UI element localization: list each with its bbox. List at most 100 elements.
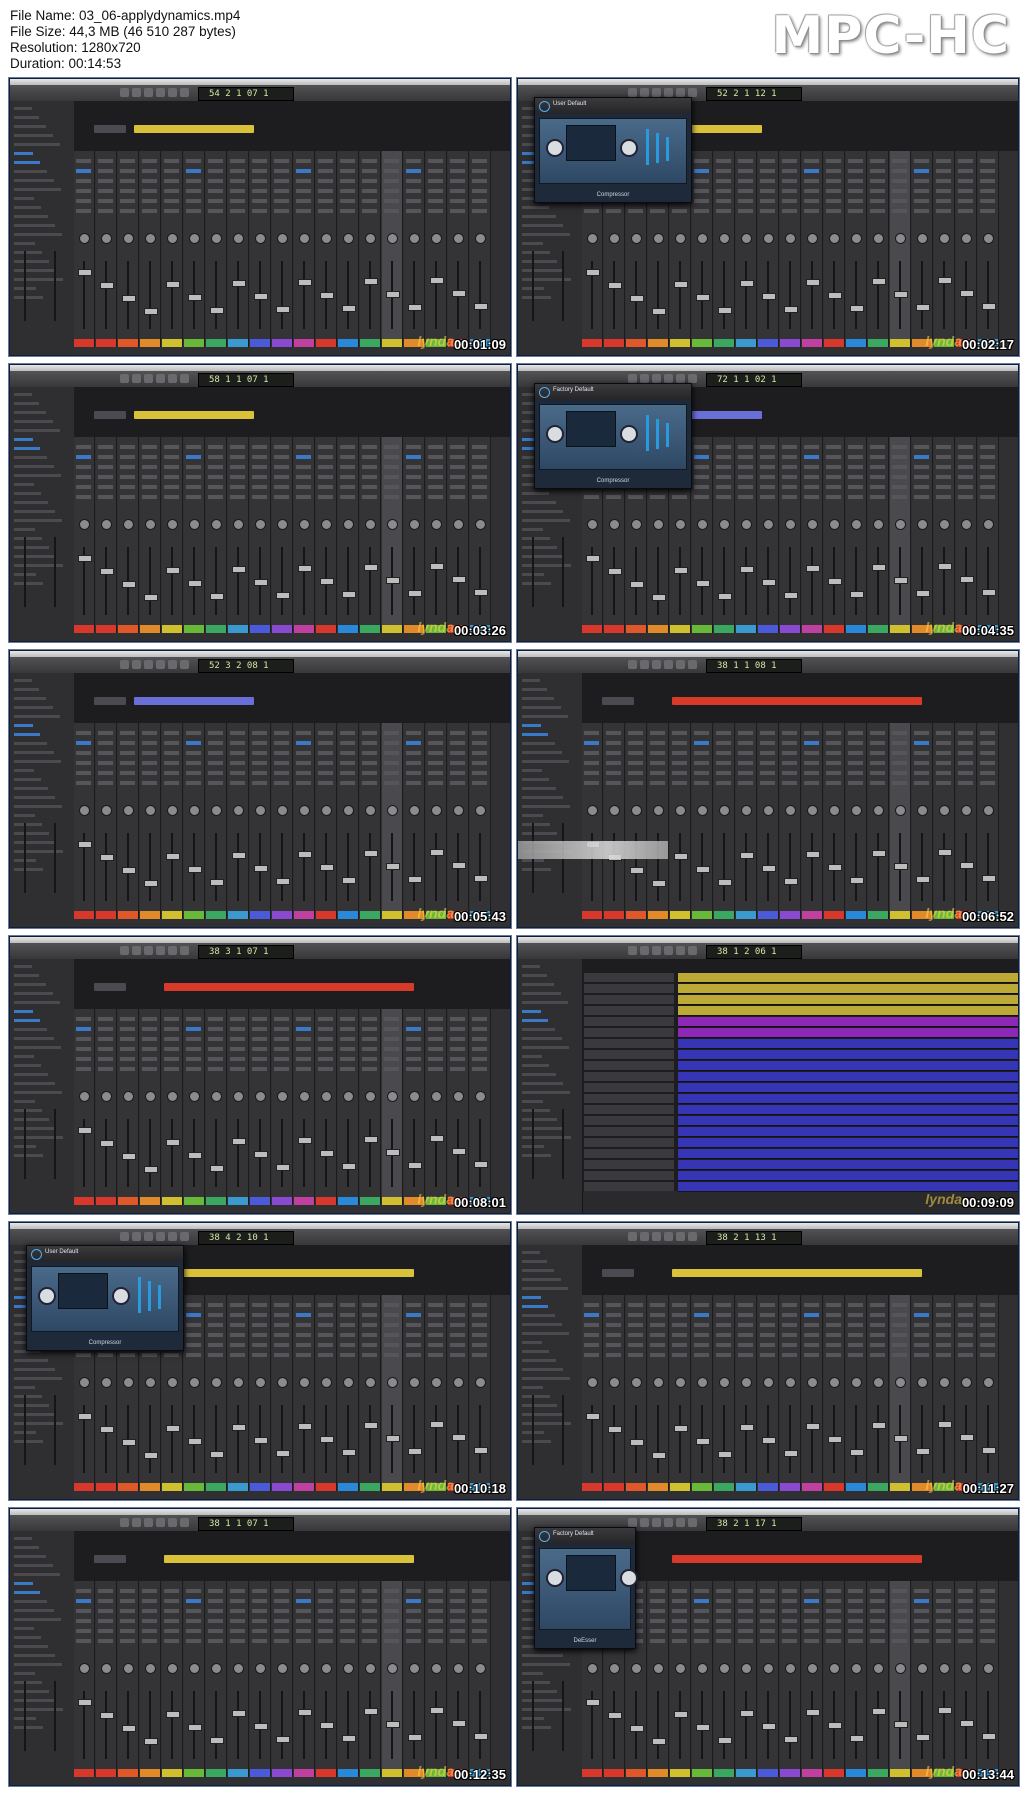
pan-knob[interactable]	[453, 1377, 464, 1388]
insert-slot[interactable]	[230, 1639, 245, 1643]
insert-slot[interactable]	[362, 1343, 377, 1347]
insert-slot[interactable]	[450, 1619, 465, 1623]
insert-slot[interactable]	[628, 1353, 643, 1357]
insert-slot[interactable]	[296, 751, 311, 755]
track-name-plate[interactable]	[184, 1197, 204, 1205]
insert-slot[interactable]	[760, 179, 775, 183]
insert-slot[interactable]	[980, 781, 995, 785]
insert-slot[interactable]	[274, 1353, 289, 1357]
insert-slot[interactable]	[980, 1303, 995, 1307]
audio-region[interactable]	[94, 697, 126, 705]
insert-slot[interactable]	[406, 455, 421, 459]
transport-button[interactable]	[652, 660, 661, 669]
transport-button[interactable]	[664, 946, 673, 955]
volume-fader[interactable]	[298, 1423, 312, 1430]
insert-slot[interactable]	[760, 209, 775, 213]
insert-slot[interactable]	[980, 1609, 995, 1613]
insert-slot[interactable]	[252, 741, 267, 745]
insert-slot[interactable]	[848, 179, 863, 183]
pan-knob[interactable]	[587, 519, 598, 530]
volume-fader[interactable]	[806, 1709, 820, 1716]
insert-slot[interactable]	[142, 179, 157, 183]
track-name-plate[interactable]	[294, 339, 314, 347]
insert-slot[interactable]	[716, 1609, 731, 1613]
insert-slot[interactable]	[142, 1353, 157, 1357]
insert-slot[interactable]	[120, 781, 135, 785]
insert-slot[interactable]	[230, 475, 245, 479]
threshold-knob[interactable]	[546, 1569, 564, 1587]
insert-slot[interactable]	[340, 475, 355, 479]
volume-fader[interactable]	[696, 866, 710, 873]
track-name-plate[interactable]	[316, 339, 336, 347]
track-name-plate[interactable]	[206, 339, 226, 347]
pan-knob[interactable]	[431, 1663, 442, 1674]
insert-slot[interactable]	[406, 1639, 421, 1643]
insert-slot[interactable]	[826, 731, 841, 735]
insert-slot[interactable]	[936, 465, 951, 469]
insert-slot[interactable]	[914, 1353, 929, 1357]
insert-slot[interactable]	[694, 475, 709, 479]
insert-slot[interactable]	[738, 1323, 753, 1327]
insert-slot[interactable]	[826, 209, 841, 213]
insert-slot[interactable]	[826, 1629, 841, 1633]
insert-slot[interactable]	[208, 761, 223, 765]
pan-knob[interactable]	[79, 1377, 90, 1388]
insert-slot[interactable]	[340, 1037, 355, 1041]
pan-knob[interactable]	[167, 805, 178, 816]
insert-slot[interactable]	[760, 1609, 775, 1613]
insert-slot[interactable]	[628, 741, 643, 745]
volume-fader[interactable]	[342, 1449, 356, 1456]
insert-slot[interactable]	[406, 1037, 421, 1041]
pan-knob[interactable]	[365, 1091, 376, 1102]
track-name-plate[interactable]	[184, 1483, 204, 1491]
volume-fader[interactable]	[320, 1722, 334, 1729]
insert-slot[interactable]	[892, 1629, 907, 1633]
inspector-fader[interactable]	[24, 823, 26, 893]
insert-slot[interactable]	[694, 465, 709, 469]
insert-slot[interactable]	[958, 1599, 973, 1603]
insert-slot[interactable]	[252, 1589, 267, 1593]
transport-button[interactable]	[132, 1518, 141, 1527]
insert-slot[interactable]	[208, 1067, 223, 1071]
insert-slot[interactable]	[362, 1353, 377, 1357]
volume-fader[interactable]	[762, 1723, 776, 1730]
track-name-plate[interactable]	[74, 339, 94, 347]
insert-slot[interactable]	[208, 1619, 223, 1623]
volume-fader[interactable]	[916, 590, 930, 597]
pan-knob[interactable]	[475, 805, 486, 816]
volume-fader[interactable]	[232, 280, 246, 287]
volume-fader[interactable]	[232, 852, 246, 859]
insert-slot[interactable]	[274, 1343, 289, 1347]
insert-slot[interactable]	[980, 1313, 995, 1317]
track-name-plate[interactable]	[272, 1483, 292, 1491]
insert-slot[interactable]	[760, 1589, 775, 1593]
insert-slot[interactable]	[274, 1037, 289, 1041]
insert-slot[interactable]	[120, 1067, 135, 1071]
track-name-plate[interactable]	[648, 339, 668, 347]
insert-slot[interactable]	[716, 189, 731, 193]
insert-slot[interactable]	[760, 169, 775, 173]
insert-slot[interactable]	[472, 1639, 487, 1643]
insert-slot[interactable]	[362, 475, 377, 479]
insert-slot[interactable]	[362, 199, 377, 203]
volume-fader[interactable]	[188, 1724, 202, 1731]
pan-knob[interactable]	[851, 805, 862, 816]
transport-button[interactable]	[640, 1232, 649, 1241]
pan-knob[interactable]	[101, 1663, 112, 1674]
plugin-window[interactable]: Factory Default Compressor	[534, 383, 692, 489]
volume-fader[interactable]	[342, 591, 356, 598]
insert-slot[interactable]	[230, 1047, 245, 1051]
insert-slot[interactable]	[274, 169, 289, 173]
insert-slot[interactable]	[120, 1629, 135, 1633]
insert-slot[interactable]	[826, 169, 841, 173]
insert-slot[interactable]	[584, 1323, 599, 1327]
insert-slot[interactable]	[804, 169, 819, 173]
audio-region[interactable]	[602, 1269, 634, 1277]
insert-slot[interactable]	[406, 1047, 421, 1051]
insert-slot[interactable]	[472, 1017, 487, 1021]
insert-slot[interactable]	[428, 751, 443, 755]
transport-button[interactable]	[156, 946, 165, 955]
insert-slot[interactable]	[672, 1599, 687, 1603]
insert-slot[interactable]	[252, 1027, 267, 1031]
pan-knob[interactable]	[895, 233, 906, 244]
